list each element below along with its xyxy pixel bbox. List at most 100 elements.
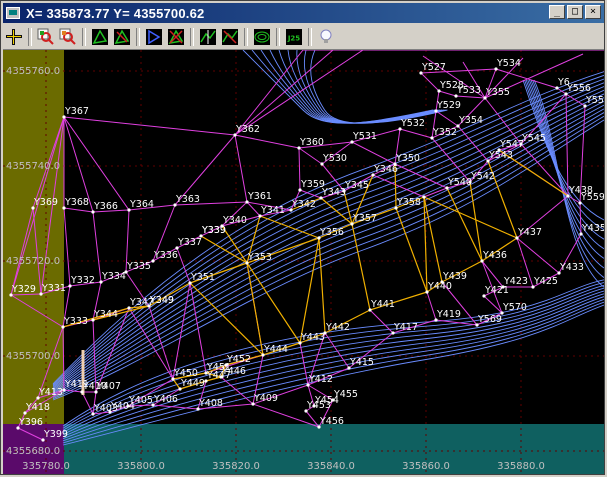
tin-edge [172, 282, 191, 380]
point-label: Y357 [352, 213, 377, 224]
lightbulb-icon[interactable] [315, 26, 337, 48]
point-label: Y456 [319, 416, 344, 427]
contour-icon[interactable] [251, 26, 273, 48]
triangle-add-icon[interactable] [143, 26, 165, 48]
tin-edge [351, 141, 396, 165]
point-label: Y335 [126, 261, 151, 272]
tin-edge [63, 207, 71, 287]
point-label: Y408 [198, 398, 223, 409]
point-label: Y527 [421, 62, 446, 73]
zoom-in-icon[interactable] [35, 26, 57, 48]
tin-edge [484, 97, 522, 145]
tin-edge [420, 72, 440, 92]
point-label: Y444 [263, 344, 288, 355]
point-label: Y337 [177, 237, 202, 248]
point-label: Y437 [517, 227, 542, 238]
breakline [351, 223, 371, 311]
point-label: Y413 [38, 387, 63, 398]
point-label: Y334 [101, 271, 126, 282]
point-label: Y352 [432, 127, 457, 138]
breakline [423, 196, 518, 239]
x-axis-label: 335840.0 [307, 461, 355, 472]
breakline [320, 197, 353, 225]
toolbar: J25 [3, 25, 604, 50]
contour-line [278, 50, 441, 124]
tin-edge [298, 147, 323, 165]
window-controls: _ □ × [549, 5, 601, 19]
map-canvas[interactable]: Y527Y534Y6Y528Y533Y355Y556Y367Y529Y554Y3… [3, 50, 604, 474]
toolbar-separator [308, 28, 312, 46]
tin-point[interactable] [422, 195, 426, 199]
breakline-icon[interactable] [197, 26, 219, 48]
tin-edge [483, 295, 503, 314]
point-label: Y345 [344, 180, 369, 191]
point-label: Y421 [484, 285, 509, 296]
point-label: Y440 [427, 281, 452, 292]
point-label: Y418 [25, 402, 50, 413]
triangle-delete-icon[interactable] [165, 26, 187, 48]
maximize-button[interactable]: □ [567, 5, 583, 19]
point-label: Y342 [291, 199, 316, 210]
point-label: Y350 [395, 153, 420, 164]
toolbar-separator [244, 28, 248, 46]
tin-edge [426, 291, 437, 321]
point-label: Y367 [64, 106, 89, 117]
point-label: Y336 [153, 250, 178, 261]
tin-edge [579, 202, 582, 235]
tin-edge [481, 260, 504, 288]
title-bar[interactable]: X= 335873.77 Y= 4355700.62 _ □ × [3, 3, 604, 23]
point-label: Y543 [488, 150, 513, 161]
x-axis-label: 335880.0 [497, 461, 545, 472]
point-label: Y534 [496, 58, 521, 69]
point-label: Y452 [226, 354, 251, 365]
point-label: Y449 [180, 378, 205, 389]
toolbar-separator [28, 28, 32, 46]
point-label: Y417 [393, 322, 418, 333]
tin-edge [516, 237, 560, 274]
tin-edge [435, 319, 478, 326]
close-button[interactable]: × [585, 5, 601, 19]
point-label: Y399 [43, 429, 68, 440]
point-label: Y361 [247, 191, 272, 202]
tin-edge [399, 128, 433, 139]
point-label: Y332 [70, 275, 95, 286]
point-label: Y530 [322, 153, 347, 164]
point-label: Y341 [260, 205, 285, 216]
point-label: Y343 [321, 187, 346, 198]
triangle-select-icon[interactable] [89, 26, 111, 48]
point-label: Y349 [149, 295, 174, 306]
j25-tool[interactable]: J25 [283, 26, 305, 48]
point-label: Y540 [447, 177, 472, 188]
y-axis-label: 4355740.0 [6, 161, 60, 172]
y-axis-label: 4355700.0 [6, 351, 60, 362]
point-label: Y360 [299, 137, 324, 148]
toolbar-separator [276, 28, 280, 46]
tin-edge [63, 207, 94, 213]
point-label: Y339 [201, 225, 226, 236]
tin-edge [438, 90, 457, 97]
tin-map[interactable]: Y527Y534Y6Y528Y533Y355Y556Y367Y529Y554Y3… [3, 50, 604, 474]
point-label: Y353 [247, 252, 272, 263]
triangle-edit-icon[interactable] [111, 26, 133, 48]
point-label: Y554 [585, 95, 604, 106]
point-label: Y442 [325, 322, 350, 333]
minimize-button[interactable]: _ [549, 5, 565, 19]
tin-edge [431, 137, 471, 183]
x-axis-label: 335780.0 [22, 461, 70, 472]
zoom-out-icon[interactable] [57, 26, 79, 48]
point-label: Y396 [18, 417, 43, 428]
point-label: Y369 [33, 197, 58, 208]
tin-edge [128, 307, 174, 380]
breakline-delete-icon[interactable] [219, 26, 241, 48]
point-label: Y333 [63, 316, 88, 327]
point-label: Y531 [352, 131, 377, 142]
j25-label: J25 [287, 35, 300, 43]
point-label: Y412 [308, 374, 333, 385]
contour-line [269, 50, 439, 124]
tin-edge [63, 116, 236, 136]
point-label: Y532 [400, 118, 425, 129]
point-label: Y415 [349, 357, 374, 368]
app-icon [6, 7, 20, 19]
point-label: Y355 [485, 87, 510, 98]
crosshair-tool-icon[interactable] [3, 26, 25, 48]
